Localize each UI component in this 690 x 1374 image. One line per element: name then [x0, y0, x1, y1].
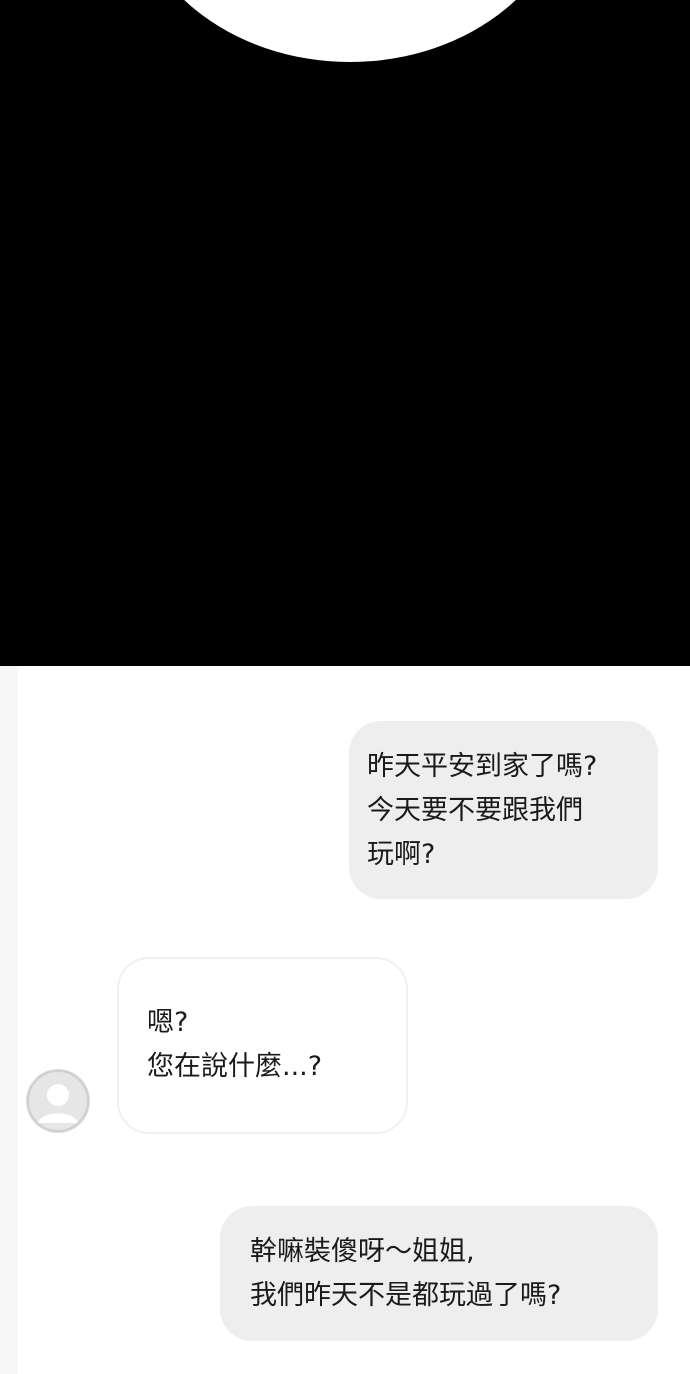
webtoon-panel: 昨天平安到家了嗎? 今天要不要跟我們 玩啊? 嗯? 您在說什麼...? 幹嘛裝傻…: [0, 0, 690, 1374]
incoming-message-bubble: 嗯? 您在說什麼...?: [117, 957, 408, 1134]
outgoing-message-bubble: 幹嘛裝傻呀〜姐姐, 我們昨天不是都玩過了嗎?: [220, 1206, 658, 1341]
black-panel: [0, 0, 690, 666]
panel-edge-strip: [0, 666, 18, 1374]
default-user-icon: [26, 1069, 90, 1133]
chat-area: 昨天平安到家了嗎? 今天要不要跟我們 玩啊? 嗯? 您在說什麼...? 幹嘛裝傻…: [0, 666, 690, 1374]
white-arc-shape: [130, 0, 570, 62]
outgoing-message-bubble: 昨天平安到家了嗎? 今天要不要跟我們 玩啊?: [349, 721, 658, 899]
